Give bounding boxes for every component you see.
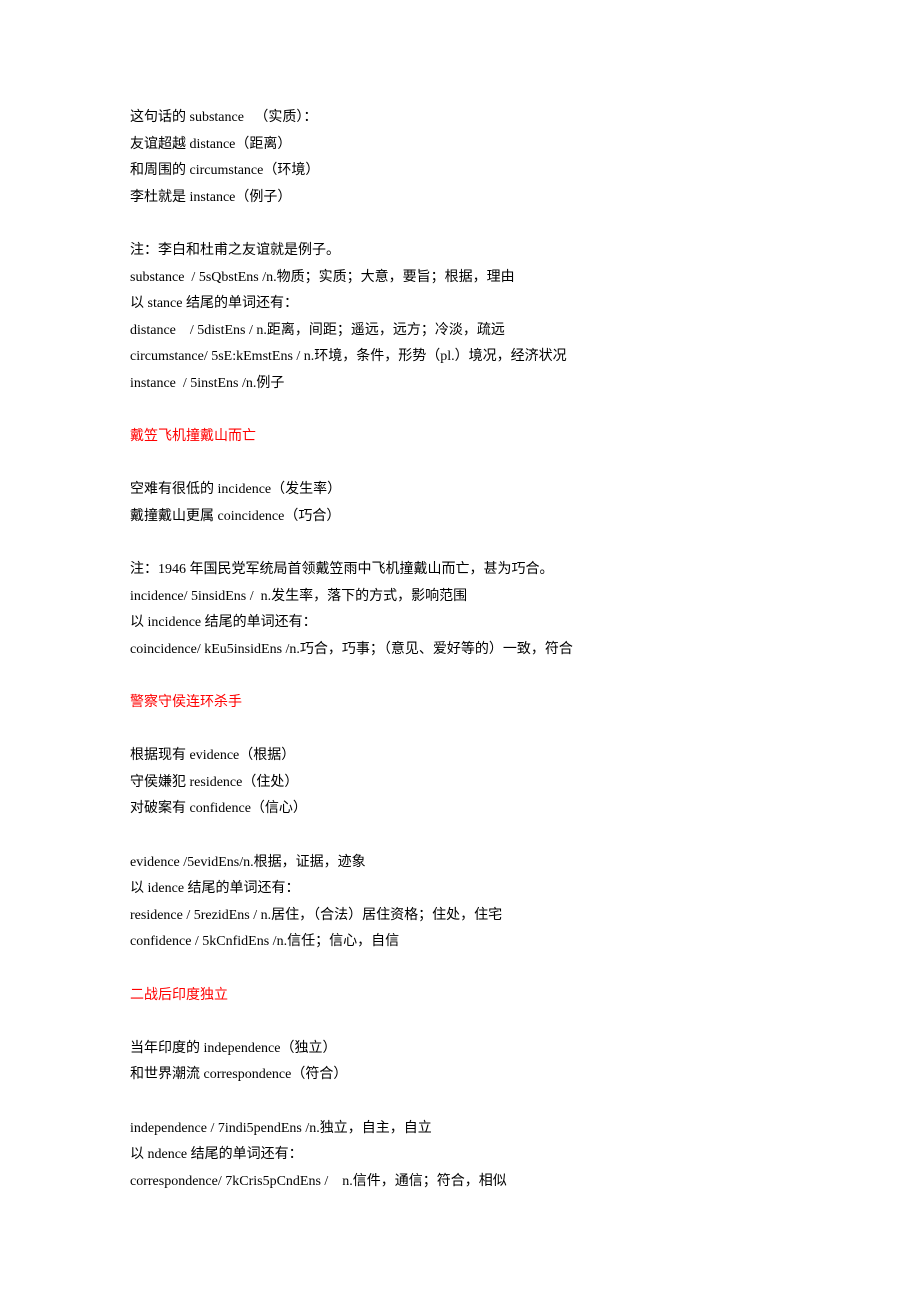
text-line: incidence/ 5insidEns / n.发生率，落下的方式，影响范围 xyxy=(130,584,790,611)
text-line: evidence /5evidEns/n.根据，证据，迹象 xyxy=(130,850,790,877)
text-line: substance / 5sQbstEns /n.物质；实质；大意，要旨；根据，… xyxy=(130,265,790,292)
text-line: 以 idence 结尾的单词还有： xyxy=(130,876,790,903)
text-line: distance / 5distEns / n.距离，间距；遥远，远方；冷淡，疏… xyxy=(130,318,790,345)
section-heading: 二战后印度独立 xyxy=(130,983,790,1010)
text-line: 对破案有 confidence（信心） xyxy=(130,796,790,823)
blank-line xyxy=(130,451,790,478)
text-line: 根据现有 evidence（根据） xyxy=(130,743,790,770)
blank-line xyxy=(130,823,790,850)
text-line: 李杜就是 instance（例子） xyxy=(130,185,790,212)
text-line: independence / 7indi5pendEns /n.独立，自主，自立 xyxy=(130,1116,790,1143)
blank-line xyxy=(130,1089,790,1116)
blank-line xyxy=(130,398,790,425)
text-line: 戴撞戴山更属 coincidence（巧合） xyxy=(130,504,790,531)
blank-line xyxy=(130,211,790,238)
text-line: coincidence/ kEu5insidEns /n.巧合，巧事；（意见、爱… xyxy=(130,637,790,664)
text-line: 以 incidence 结尾的单词还有： xyxy=(130,610,790,637)
text-line: confidence / 5kCnfidEns /n.信任；信心，自信 xyxy=(130,929,790,956)
text-line: correspondence/ 7kCris5pCndEns / n.信件，通信… xyxy=(130,1169,790,1196)
section-heading: 警察守侯连环杀手 xyxy=(130,690,790,717)
text-line: 注：1946 年国民党军统局首领戴笠雨中飞机撞戴山而亡，甚为巧合。 xyxy=(130,557,790,584)
text-line: instance / 5instEns /n.例子 xyxy=(130,371,790,398)
text-line: 守侯嫌犯 residence（住处） xyxy=(130,770,790,797)
text-line: 和世界潮流 correspondence（符合） xyxy=(130,1062,790,1089)
document-page: 这句话的 substance （实质）：友谊超越 distance（距离）和周围… xyxy=(0,0,920,1302)
blank-line xyxy=(130,1009,790,1036)
blank-line xyxy=(130,531,790,558)
blank-line xyxy=(130,956,790,983)
text-line: 以 ndence 结尾的单词还有： xyxy=(130,1142,790,1169)
text-line: 这句话的 substance （实质）： xyxy=(130,105,790,132)
text-line: 友谊超越 distance（距离） xyxy=(130,132,790,159)
blank-line xyxy=(130,663,790,690)
text-line: 以 stance 结尾的单词还有： xyxy=(130,291,790,318)
text-line: 空难有很低的 incidence（发生率） xyxy=(130,477,790,504)
text-line: residence / 5rezidEns / n.居住，（合法）居住资格；住处… xyxy=(130,903,790,930)
blank-line xyxy=(130,717,790,744)
text-line: circumstance/ 5sE:kEmstEns / n.环境，条件，形势（… xyxy=(130,344,790,371)
text-line: 当年印度的 independence（独立） xyxy=(130,1036,790,1063)
section-heading: 戴笠飞机撞戴山而亡 xyxy=(130,424,790,451)
text-line: 注：李白和杜甫之友谊就是例子。 xyxy=(130,238,790,265)
text-line: 和周围的 circumstance（环境） xyxy=(130,158,790,185)
